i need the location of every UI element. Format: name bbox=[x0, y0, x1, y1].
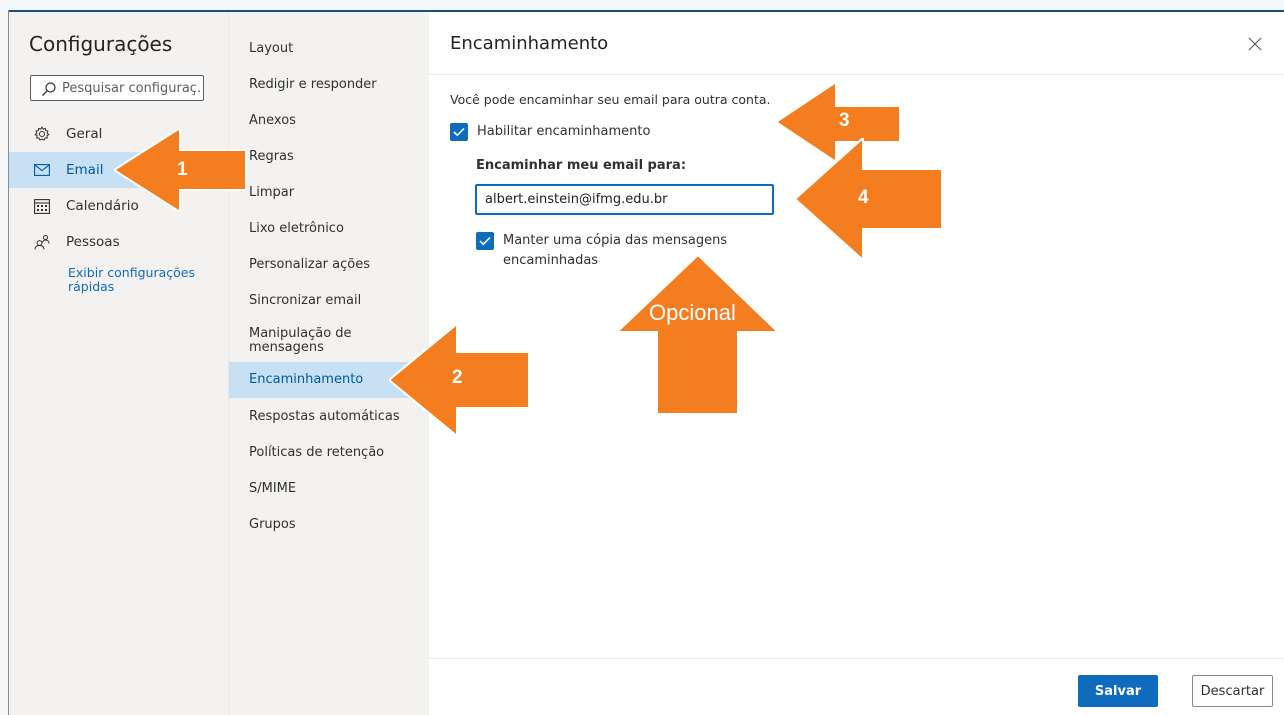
keep-copy-checkbox[interactable] bbox=[476, 232, 494, 250]
annotation-arrow-optional: Opcional bbox=[617, 255, 779, 415]
submenu-item-smime[interactable]: S/MIME bbox=[229, 482, 430, 496]
annotation-label-3: 3 bbox=[839, 110, 850, 131]
panel-description: Você pode encaminhar seu email para outr… bbox=[450, 92, 771, 107]
nav-item-pessoas[interactable]: Pessoas bbox=[9, 224, 228, 260]
discard-button[interactable]: Descartar bbox=[1192, 675, 1273, 707]
browser-top-band bbox=[0, 0, 1284, 12]
submenu-item-personalizar[interactable]: Personalizar ações bbox=[229, 258, 430, 272]
submenu-item-redigir[interactable]: Redigir e responder bbox=[229, 78, 430, 92]
submenu-item-layout[interactable]: Layout bbox=[229, 42, 430, 56]
check-icon bbox=[479, 236, 491, 246]
calendar-icon bbox=[33, 197, 51, 215]
people-icon bbox=[33, 233, 51, 251]
enable-forwarding-checkbox[interactable] bbox=[450, 123, 468, 141]
annotation-arrow-1: 1 bbox=[114, 128, 248, 212]
footer-divider bbox=[429, 658, 1284, 659]
gear-icon bbox=[33, 125, 51, 143]
submenu-item-anexos[interactable]: Anexos bbox=[229, 114, 430, 128]
annotation-label-optional: Opcional bbox=[649, 300, 736, 325]
annotation-arrow-2: 2 bbox=[389, 324, 530, 436]
header-divider bbox=[429, 74, 1284, 75]
search-input[interactable] bbox=[62, 79, 202, 97]
window-left-edge bbox=[0, 10, 9, 715]
submenu-item-limpar[interactable]: Limpar bbox=[229, 186, 430, 200]
panel-title: Encaminhamento bbox=[450, 33, 609, 54]
nav-item-label: Geral bbox=[66, 126, 103, 142]
settings-sidebar: Configurações Geral Email Calendário Pes… bbox=[9, 12, 228, 715]
check-icon bbox=[453, 127, 465, 137]
save-button[interactable]: Salvar bbox=[1078, 675, 1158, 707]
forward-to-input[interactable] bbox=[475, 184, 774, 215]
annotation-arrow-4: 4 bbox=[795, 138, 943, 260]
keep-copy-label-line1: Manter uma cópia das mensagens bbox=[503, 233, 728, 248]
quick-settings-link[interactable]: Exibir configurações rápidas bbox=[68, 266, 208, 294]
forward-to-label: Encaminhar meu email para: bbox=[476, 158, 687, 173]
submenu-item-regras[interactable]: Regras bbox=[229, 150, 430, 164]
submenu-item-politicas[interactable]: Políticas de retenção bbox=[229, 446, 430, 460]
settings-title: Configurações bbox=[29, 32, 173, 56]
annotation-label-1: 1 bbox=[177, 159, 188, 180]
search-box[interactable] bbox=[30, 75, 204, 101]
search-icon bbox=[42, 82, 56, 96]
submenu-item-grupos[interactable]: Grupos bbox=[229, 518, 430, 532]
enable-forwarding-label: Habilitar encaminhamento bbox=[477, 124, 651, 139]
annotation-label-4: 4 bbox=[858, 187, 869, 208]
close-icon[interactable] bbox=[1247, 36, 1263, 52]
nav-item-label: Pessoas bbox=[66, 234, 120, 250]
submenu-item-manipulacao[interactable]: Manipulação de mensagens bbox=[229, 327, 379, 355]
annotation-label-2: 2 bbox=[452, 367, 463, 388]
nav-item-label: Email bbox=[66, 162, 104, 178]
mail-icon bbox=[33, 161, 51, 179]
submenu-item-sincronizar[interactable]: Sincronizar email bbox=[229, 294, 430, 308]
submenu-item-lixo[interactable]: Lixo eletrônico bbox=[229, 222, 430, 236]
